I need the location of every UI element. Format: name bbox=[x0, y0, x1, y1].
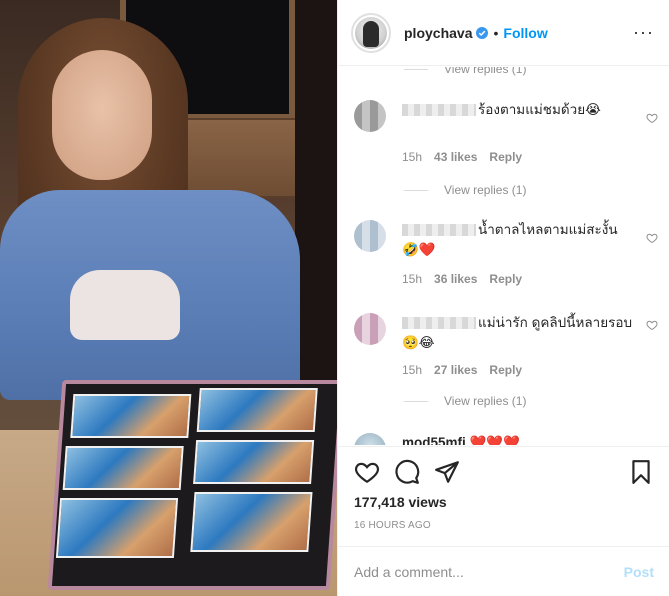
comment-like-heart-icon[interactable] bbox=[646, 232, 658, 244]
comment-text: ร้องตามแม่ชมด้วย😭 bbox=[478, 102, 601, 117]
commenter-username-blurred[interactable] bbox=[402, 104, 476, 117]
post-video[interactable] bbox=[0, 0, 337, 596]
comment-text: ❤️❤️❤️ bbox=[469, 435, 520, 445]
commenter-username-blurred[interactable] bbox=[402, 317, 476, 330]
photo-album bbox=[47, 380, 337, 590]
author-avatar[interactable] bbox=[351, 12, 391, 53]
author-username[interactable]: ploychava bbox=[404, 25, 472, 41]
commenter-username-blurred[interactable] bbox=[402, 224, 476, 237]
heart-icon[interactable] bbox=[354, 459, 380, 485]
comment-text-block: แม่น่ารัก ดูคลิปนี้หลายรอบ 🥺😂 bbox=[402, 313, 634, 353]
view-replies-label: View replies (1) bbox=[444, 394, 527, 408]
commenter-username[interactable]: mod55mfi bbox=[402, 435, 466, 445]
comment-icon[interactable] bbox=[394, 459, 420, 485]
verified-badge-icon bbox=[476, 26, 489, 39]
view-replies-line bbox=[404, 68, 428, 70]
comment-time[interactable]: 15h bbox=[402, 363, 422, 377]
view-replies-line bbox=[404, 400, 428, 402]
add-comment-bar: Post bbox=[338, 546, 669, 596]
view-replies-button[interactable]: View replies (1) bbox=[404, 394, 526, 408]
view-replies-button[interactable]: View replies (1) bbox=[404, 183, 526, 197]
commenter-avatar[interactable] bbox=[354, 313, 386, 345]
comment-text-block: mod55mfi ❤️❤️❤️ bbox=[402, 433, 634, 445]
comment-likes[interactable]: 27 likes bbox=[434, 363, 477, 377]
album-photo bbox=[62, 446, 184, 490]
album-photo bbox=[196, 388, 318, 432]
view-count[interactable]: 177,418 views bbox=[354, 494, 447, 510]
album-photo bbox=[55, 498, 179, 558]
view-replies-label: View replies (1) bbox=[444, 67, 527, 76]
album-photo bbox=[70, 394, 192, 438]
comment-text-block: ร้องตามแม่ชมด้วย😭 bbox=[402, 100, 634, 120]
view-replies-line bbox=[404, 189, 428, 191]
video-person-face bbox=[52, 50, 152, 180]
comment-likes[interactable]: 36 likes bbox=[434, 272, 477, 286]
bookmark-icon[interactable] bbox=[628, 459, 654, 485]
commenter-avatar[interactable] bbox=[354, 433, 386, 445]
comments-list[interactable]: View replies (1) ร้องตามแม่ชมด้วย😭 15h 4… bbox=[338, 67, 669, 445]
comment-meta: 15h 27 likes Reply bbox=[402, 363, 522, 377]
author-avatar-image bbox=[355, 16, 387, 49]
post-timestamp[interactable]: 16 HOURS AGO bbox=[354, 520, 431, 531]
comment-meta: 15h 43 likes Reply bbox=[402, 150, 522, 164]
album-photo bbox=[190, 492, 313, 552]
comment-likes[interactable]: 43 likes bbox=[434, 150, 477, 164]
comment-meta: 15h 36 likes Reply bbox=[402, 272, 522, 286]
comment-text-block: น้ำตาลไหลตามแม่สะงั้น 🤣❤️ bbox=[402, 220, 634, 260]
share-icon[interactable] bbox=[434, 459, 460, 485]
post-comment-button[interactable]: Post bbox=[624, 564, 654, 580]
comment-like-heart-icon[interactable] bbox=[646, 112, 658, 124]
comment-reply-button[interactable]: Reply bbox=[489, 272, 522, 286]
post-actions: 177,418 views 16 HOURS AGO bbox=[338, 446, 669, 546]
commenter-avatar[interactable] bbox=[354, 100, 386, 132]
comment-like-heart-icon[interactable] bbox=[646, 319, 658, 331]
comment-reply-button[interactable]: Reply bbox=[489, 150, 522, 164]
comment-time[interactable]: 15h bbox=[402, 272, 422, 286]
comment-reply-button[interactable]: Reply bbox=[489, 363, 522, 377]
more-options-icon[interactable]: ··· bbox=[633, 22, 654, 43]
video-person-top bbox=[70, 270, 180, 340]
follow-button[interactable]: Follow bbox=[503, 25, 547, 41]
view-replies-label: View replies (1) bbox=[444, 183, 527, 197]
post-header: ploychava • Follow ··· bbox=[338, 0, 669, 66]
album-photo bbox=[193, 440, 315, 484]
view-replies-button[interactable]: View replies (1) bbox=[404, 67, 526, 76]
comment-time[interactable]: 15h bbox=[402, 150, 422, 164]
commenter-avatar[interactable] bbox=[354, 220, 386, 252]
comment-input[interactable] bbox=[354, 563, 624, 580]
post-sidebar: ploychava • Follow ··· View replies (1) … bbox=[337, 0, 669, 596]
header-separator: • bbox=[493, 24, 499, 41]
